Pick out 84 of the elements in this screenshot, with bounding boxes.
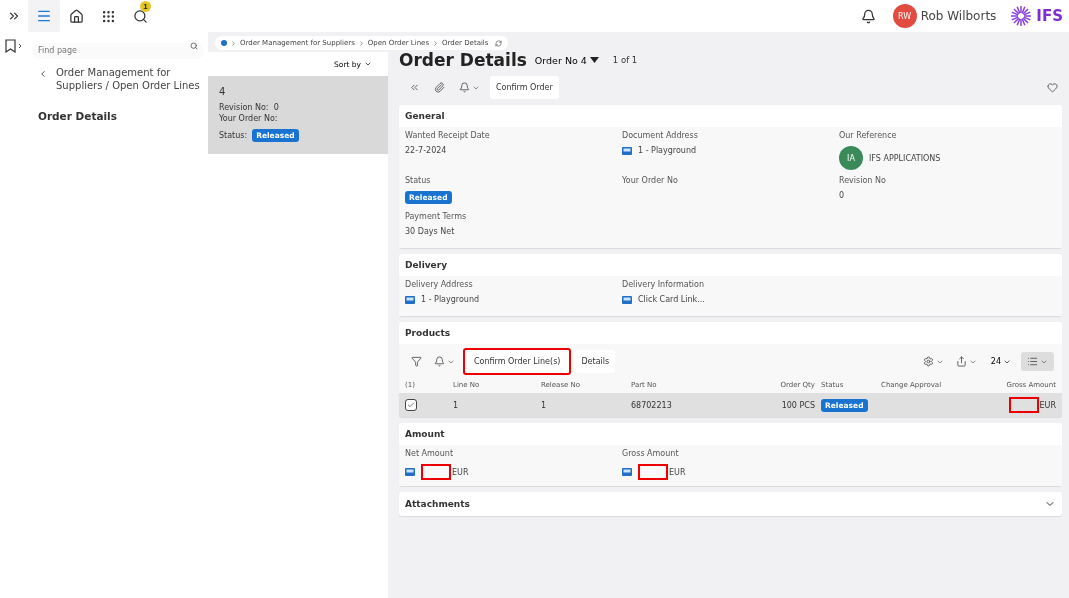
table-cell-text: 1 [541,400,548,410]
chevron-icon [432,39,440,47]
table-cell-text: 100 PCS [780,400,816,410]
currency: EUR [1039,400,1056,410]
field-label: Gross Amount [622,449,680,458]
chevron-icon [230,39,237,47]
section-card[interactable]: Attachments [399,492,1062,516]
caret-icon [589,57,599,63]
address-card-icon [622,468,632,476]
field-value[interactable]: 1 - Playground [421,295,480,304]
user-name[interactable]: Rob Wilborts [920,9,997,23]
table-cell-text: 1 [452,400,460,410]
field-value: 0 [839,191,845,200]
field-value[interactable]: 1 - Playground [638,146,697,155]
avatar-initials: IA [839,146,863,170]
currency: EUR [669,467,686,477]
field-label: Document Address [622,131,699,140]
bell-icon [434,356,445,367]
field-value[interactable]: Click Card Link... [638,295,705,304]
page-title: Order Details [399,50,527,70]
back-icon[interactable] [38,69,48,79]
logo-icon [1010,5,1033,27]
field-label: Our Reference [839,131,898,140]
bell-icon [861,8,877,24]
view-button[interactable] [1021,352,1054,371]
expand-icon[interactable] [7,9,21,23]
page-size-button[interactable]: 24 [984,356,1017,367]
logo-text: IFS [1036,7,1063,25]
address-card-icon [622,295,632,304]
address-card-icon [622,146,632,155]
find-page-field[interactable]: Find page [32,42,204,59]
list-icon [1027,356,1038,367]
export-icon [955,356,967,367]
command-button[interactable]: Details [575,350,616,373]
refresh-icon[interactable] [495,39,503,47]
table-cell-text: 68702213 [631,400,673,410]
notification-count: 1 [140,1,151,12]
gear-icon [922,356,934,367]
home-dot-icon[interactable] [221,40,227,46]
record-title: 4 [219,86,227,97]
field-value: 22-7-2024 [405,146,447,155]
record-field-label: Status: [219,131,248,140]
row-checkbox[interactable] [405,399,417,411]
section-title: General [405,111,445,121]
field-value: IFS APPLICATIONS [869,153,941,163]
heart-icon [1047,82,1058,93]
field-label: Revision No [839,176,887,185]
check-icon [407,401,415,409]
record-field: Revision No: 0 [219,103,377,112]
currency: EUR [452,467,469,477]
user-avatar[interactable]: RW [892,4,917,28]
field-label: Delivery Information [622,280,706,289]
search-icon [190,42,198,50]
bell-icon [459,82,470,93]
caret-icon [364,60,372,68]
grid-icon [100,8,116,24]
filter-icon [411,356,422,367]
section-title: Products [405,328,451,338]
menu-icon [36,8,52,24]
address-card-icon [405,295,415,304]
chevron-icon [357,39,365,47]
pager: 1 of 1 [612,55,638,65]
field-label: Wanted Receipt Date [405,131,491,140]
double-chevron-icon [409,82,420,93]
command-button[interactable]: Confirm Order Line(s) [463,348,572,375]
section-title: Attachments [405,499,470,509]
address-card-icon [405,468,415,476]
navigator-title[interactable]: Order Management for Suppliers / Open Order Lines [56,66,204,92]
field-label: Status [405,176,432,185]
record-selector[interactable]: Order No 4 [534,54,599,66]
paperclip-icon [434,82,445,93]
section-title: Delivery [405,260,448,270]
section-title: Amount [405,429,445,439]
field-label: Your Order No [622,176,679,185]
field-value: 30 Days Net [405,227,455,236]
record-field: Your Order No: [219,114,377,123]
command-button[interactable]: Confirm Order [490,76,559,99]
navigator-item[interactable]: Order Details [38,110,204,122]
bookmark-icon[interactable] [4,39,24,53]
field-label: Delivery Address [405,280,474,289]
field-label: Payment Terms [405,212,468,221]
field-label: Net Amount [405,449,455,458]
home-icon [68,8,84,24]
search-icon [132,8,148,24]
